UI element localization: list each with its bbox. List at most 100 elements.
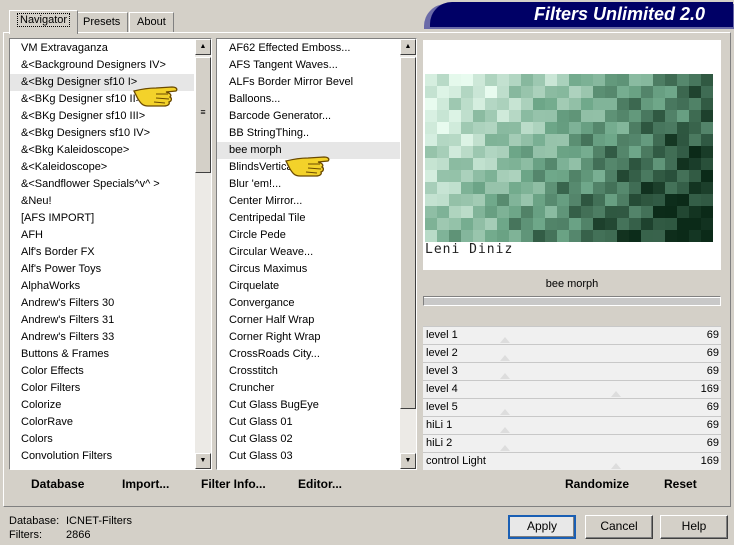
- category-scrollbar[interactable]: ▲ ≡ ▼: [195, 39, 211, 469]
- category-list-item[interactable]: Convolution Filters: [10, 448, 194, 465]
- category-list-item[interactable]: AFH: [10, 227, 194, 244]
- category-list-item[interactable]: VM Extravaganza: [10, 40, 194, 57]
- filter-list-item[interactable]: Cut Glass BugEye: [217, 397, 401, 414]
- filter-list-item[interactable]: Crosstitch: [217, 363, 401, 380]
- param-row[interactable]: level 1 69: [423, 326, 721, 344]
- filter-list-item[interactable]: Circular Weave...: [217, 244, 401, 261]
- preview-tile: [449, 218, 461, 230]
- filter-list-item[interactable]: Center Mirror...: [217, 193, 401, 210]
- category-list-item[interactable]: Color Filters: [10, 380, 194, 397]
- category-list-item[interactable]: Buttons & Frames: [10, 346, 194, 363]
- editor-button[interactable]: Editor...: [298, 477, 342, 491]
- filter-list-item[interactable]: Convergance: [217, 295, 401, 312]
- category-list[interactable]: VM Extravaganza &<Background Designers IV…: [9, 38, 212, 470]
- filter-list-item[interactable]: Cut Glass 01: [217, 414, 401, 431]
- category-list-item[interactable]: ColorRave: [10, 414, 194, 431]
- filter-list-item[interactable]: Centripedal Tile: [217, 210, 401, 227]
- tab-navigator[interactable]: Navigator: [9, 10, 79, 34]
- preview-tile: [521, 194, 533, 206]
- filter-list-item[interactable]: Blur 'em!...: [217, 176, 401, 193]
- filter-list-item[interactable]: Circus Maximus: [217, 261, 401, 278]
- category-list-item[interactable]: Alf's Power Toys: [10, 261, 194, 278]
- database-value: ICNET-Filters: [66, 515, 132, 527]
- reset-button[interactable]: Reset: [664, 477, 697, 491]
- preview-tile: [545, 218, 557, 230]
- database-label: Database:: [9, 515, 60, 527]
- filter-list-item[interactable]: Cirquelate: [217, 278, 401, 295]
- param-row[interactable]: level 5 69: [423, 398, 721, 416]
- filter-list-item[interactable]: AF62 Effected Emboss...: [217, 40, 401, 57]
- preview-tile: [617, 194, 629, 206]
- category-list-item[interactable]: &<BKg Designer sf10 III>: [10, 108, 194, 125]
- filter-list[interactable]: AF62 Effected Emboss... AFS Tangent Waves…: [216, 38, 417, 470]
- tab-about[interactable]: About: [129, 12, 174, 33]
- preview-tile: [629, 86, 641, 98]
- filter-info-button[interactable]: Filter Info...: [201, 477, 266, 491]
- category-list-item[interactable]: Andrew's Filters 33: [10, 329, 194, 346]
- param-row[interactable]: hiLi 1 69: [423, 416, 721, 434]
- preview-tile: [641, 74, 653, 86]
- preview-tile: [569, 206, 581, 218]
- preview-tile: [665, 158, 677, 170]
- category-list-item[interactable]: Andrew's Filters 31: [10, 312, 194, 329]
- randomize-button[interactable]: Randomize: [565, 477, 629, 491]
- category-list-item[interactable]: [AFS IMPORT]: [10, 210, 194, 227]
- preview-tile: [461, 122, 473, 134]
- category-list-item[interactable]: &<Background Designers IV>: [10, 57, 194, 74]
- category-list-item[interactable]: AlphaWorks: [10, 278, 194, 295]
- category-list-item[interactable]: Colorize: [10, 397, 194, 414]
- filter-list-item[interactable]: Barcode Generator...: [217, 108, 401, 125]
- category-list-item[interactable]: Colors: [10, 431, 194, 448]
- param-row[interactable]: control Light 169: [423, 452, 721, 470]
- preview-tile: [629, 146, 641, 158]
- preview-tile: [425, 206, 437, 218]
- category-list-item[interactable]: &<Bkg Designers sf10 IV>: [10, 125, 194, 142]
- import-button[interactable]: Import...: [122, 477, 169, 491]
- apply-button[interactable]: Apply: [508, 515, 576, 539]
- param-row[interactable]: level 3 69: [423, 362, 721, 380]
- filter-list-item[interactable]: Corner Half Wrap: [217, 312, 401, 329]
- filter-list-item[interactable]: ALFs Border Mirror Bevel: [217, 74, 401, 91]
- database-button[interactable]: Database: [31, 477, 84, 491]
- filter-list-item[interactable]: Cut Glass 02: [217, 431, 401, 448]
- cancel-button[interactable]: Cancel: [585, 515, 653, 539]
- filter-scrollbar[interactable]: ▲ ▼: [400, 39, 416, 469]
- category-list-item[interactable]: &Neu!: [10, 193, 194, 210]
- filter-list-item[interactable]: Cruncher: [217, 380, 401, 397]
- tab-presets[interactable]: Presets: [75, 12, 129, 33]
- param-label: hiLi 1: [426, 419, 453, 431]
- filter-list-item[interactable]: Corner Right Wrap: [217, 329, 401, 346]
- category-list-item[interactable]: &<Kaleidoscope>: [10, 159, 194, 176]
- filter-list-item[interactable]: Balloons...: [217, 91, 401, 108]
- category-list-item[interactable]: Color Effects: [10, 363, 194, 380]
- scroll-down-icon[interactable]: ▼: [195, 453, 211, 469]
- filter-list-item[interactable]: BB StringThing..: [217, 125, 401, 142]
- category-list-item[interactable]: &<Bkg Kaleidoscope>: [10, 142, 194, 159]
- param-row[interactable]: hiLi 2 69: [423, 434, 721, 452]
- param-row[interactable]: level 2 69: [423, 344, 721, 362]
- preview-tile: [449, 134, 461, 146]
- filter-list-item[interactable]: AFS Tangent Waves...: [217, 57, 401, 74]
- preview-tile: [641, 194, 653, 206]
- preview-tile: [581, 86, 593, 98]
- filter-progress-bar: [423, 296, 721, 306]
- preview-tile: [509, 206, 521, 218]
- category-list-item[interactable]: &<Sandflower Specials^v^ >: [10, 176, 194, 193]
- preview-tile: [473, 122, 485, 134]
- category-scroll-thumb[interactable]: ≡: [195, 57, 211, 173]
- preview-tile: [593, 218, 605, 230]
- filter-scroll-thumb[interactable]: [400, 57, 416, 409]
- scroll-up-icon[interactable]: ▲: [195, 39, 211, 55]
- category-list-item[interactable]: Alf's Border FX: [10, 244, 194, 261]
- scroll-up-icon[interactable]: ▲: [400, 39, 416, 55]
- help-button[interactable]: Help: [660, 515, 728, 539]
- filter-list-item[interactable]: Circle Pede: [217, 227, 401, 244]
- category-list-item[interactable]: Andrew's Filters 30: [10, 295, 194, 312]
- filter-list-item[interactable]: Cut Glass 03: [217, 448, 401, 465]
- preview-tile: [449, 98, 461, 110]
- scroll-down-icon[interactable]: ▼: [400, 453, 416, 469]
- preview-tile: [569, 170, 581, 182]
- param-row[interactable]: level 4 169: [423, 380, 721, 398]
- preview-tile: [593, 206, 605, 218]
- filter-list-item[interactable]: CrossRoads City...: [217, 346, 401, 363]
